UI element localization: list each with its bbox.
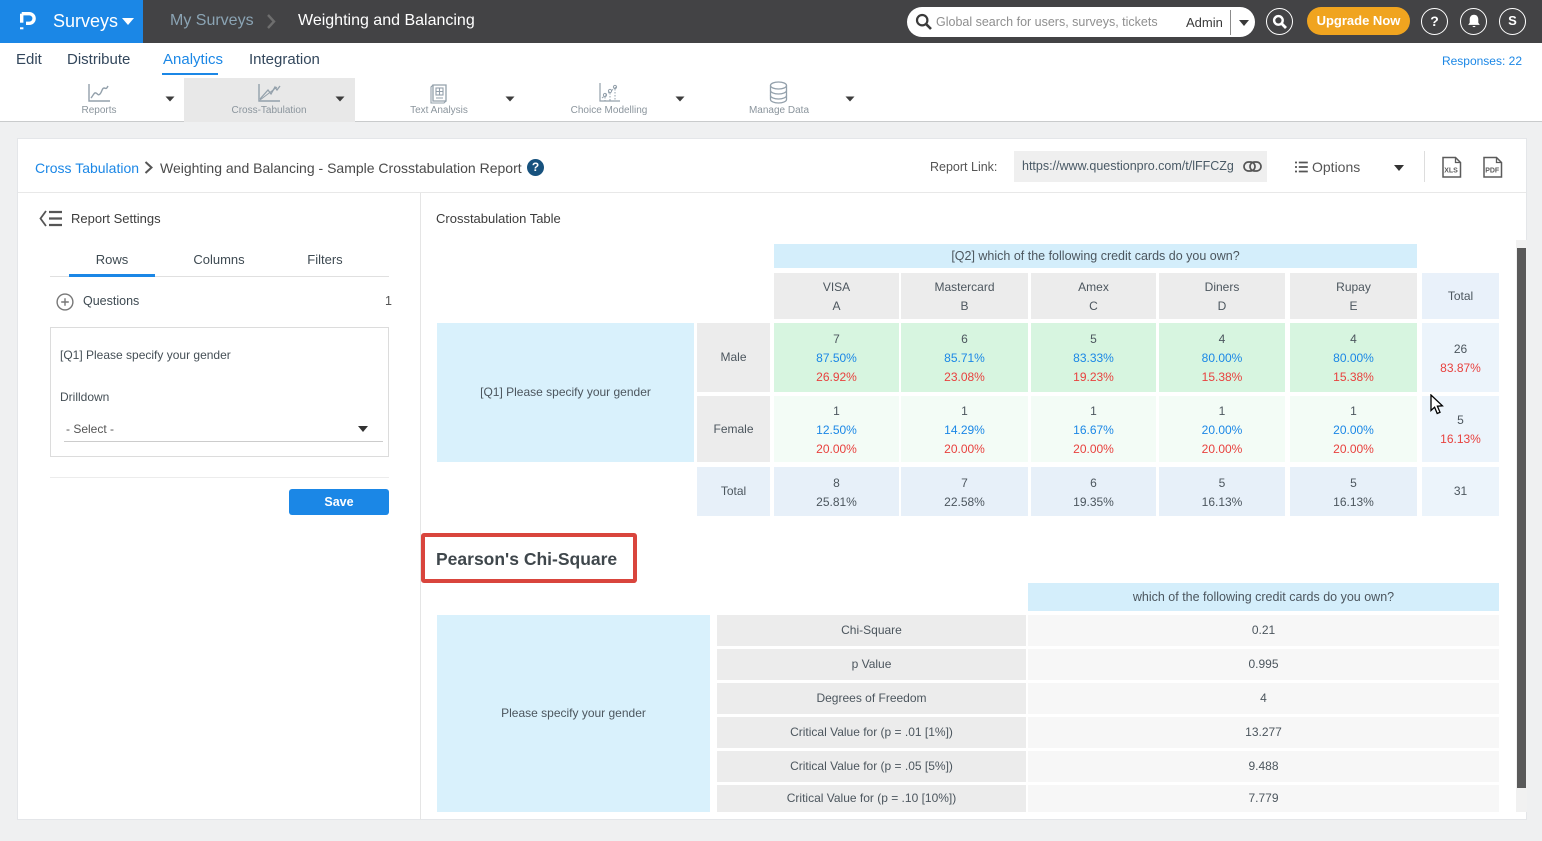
svg-text:XLS: XLS	[1444, 168, 1458, 175]
svg-text:PDF: PDF	[1485, 168, 1500, 175]
